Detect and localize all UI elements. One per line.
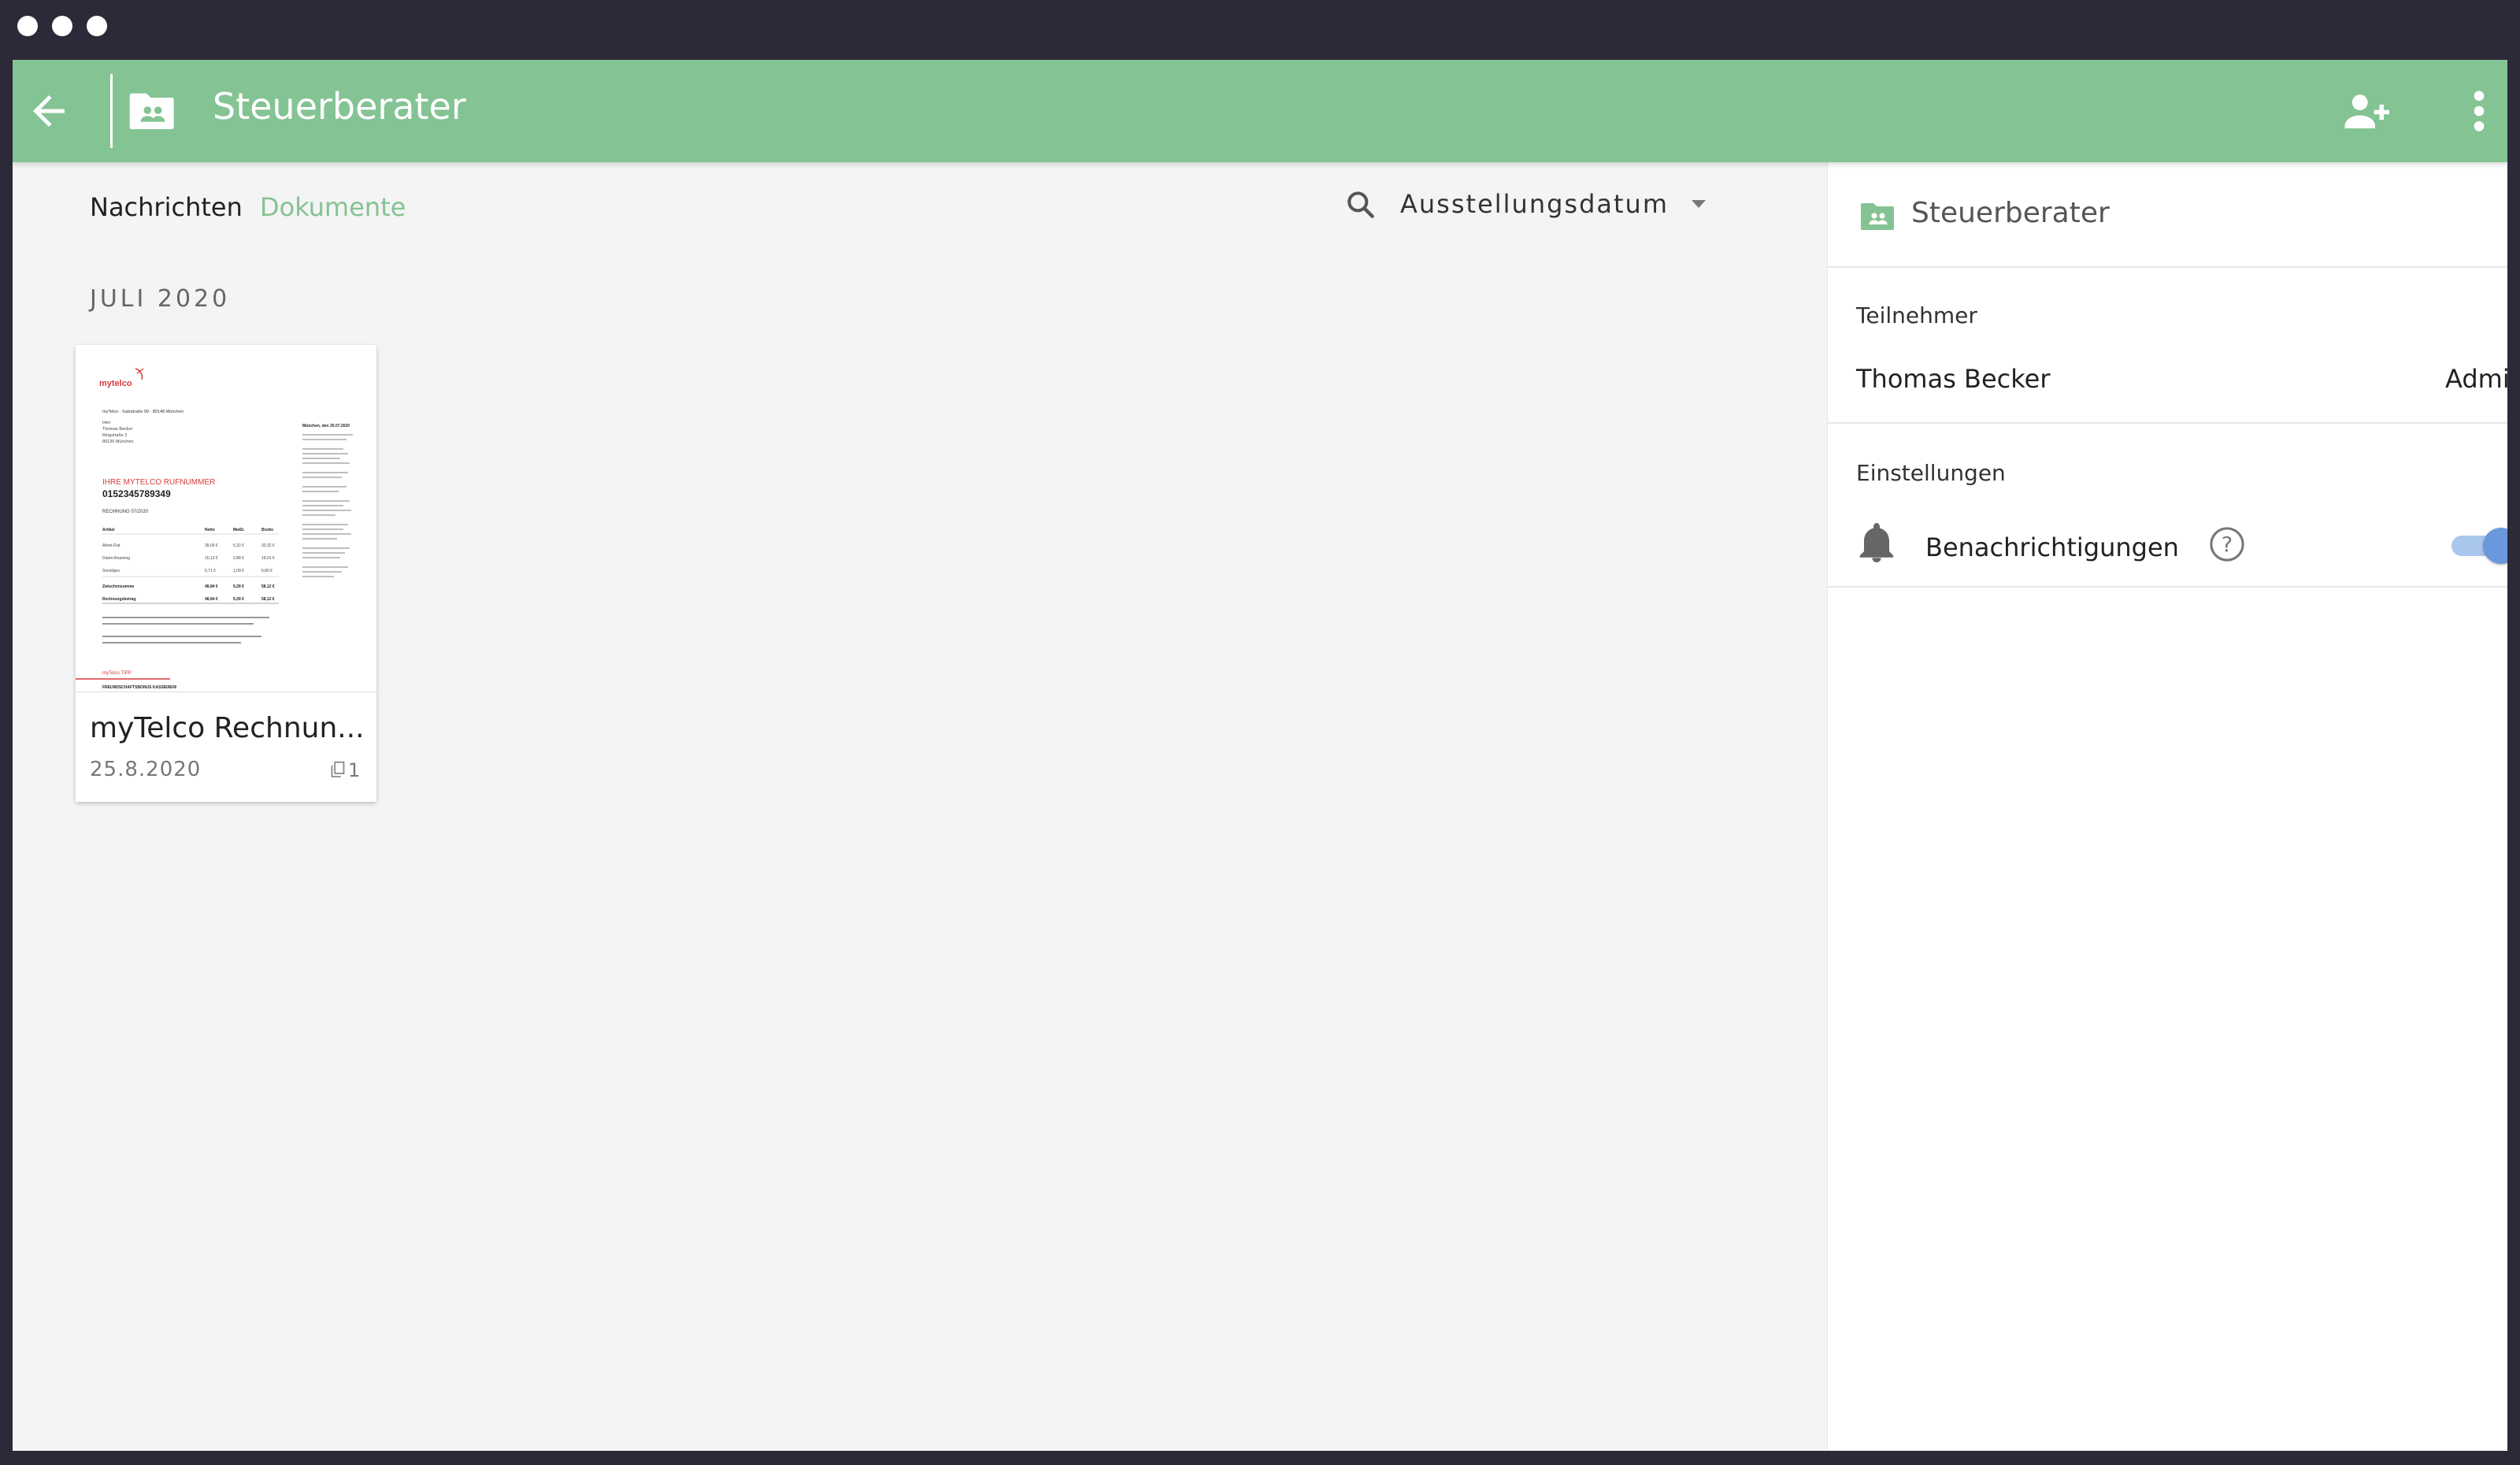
sort-dropdown[interactable]: Ausstellungsdatum [1400,189,1669,219]
svg-text:?: ? [2222,533,2233,558]
preview-cell: 28,00 € [205,543,218,548]
preview-cell: 9,28 € [233,597,244,602]
preview-heading: IHRE MYTELCO RUFNUMMER [102,478,215,487]
preview-address-2: Thomas Becker [102,427,133,432]
tab-nachrichten[interactable]: Nachrichten [90,192,243,222]
preview-cell: 6,80 € [261,569,272,573]
preview-tip: myTelco TIPP [102,671,132,676]
app-bar: Steuerberater [13,60,2507,162]
participant-role: Admin [2445,364,2507,394]
document-card[interactable]: mytelco myTelco · Salzstraße 99 · 80148 … [76,345,376,802]
copy-pages-icon [331,761,345,777]
toggle-knob [2483,528,2507,564]
preview-tip-text: FREUNDSCHAFTSBONUS KASSIEREN! [102,685,177,690]
document-title: myTelco Rechnun... [90,712,365,744]
preview-cell: 2,88 € [233,556,244,561]
participant-name: Thomas Becker [1856,364,2051,394]
document-date: 25.8.2020 [90,758,202,781]
preview-col-mwst: MwSt. [233,528,245,532]
participants-heading: Teilnehmer [1856,302,1977,328]
preview-cell: 9,28 € [233,584,244,589]
search-icon[interactable] [1343,187,1378,222]
window-close-dot[interactable] [17,16,38,36]
preview-cell: Allnet-Flat [102,543,120,548]
sidebar-title: Steuerberater [1911,197,2110,229]
month-heading: JULI 2020 [90,285,231,313]
preview-invoice: RECHNUNG 07/2020 [102,510,149,514]
preview-cell: Daten-Roaming [102,556,130,561]
preview-sender: myTelco · Salzstraße 99 · 80148 München [102,410,183,414]
folder-shared-icon [129,93,174,129]
preview-date: München, den 25.07.2020 [302,424,350,428]
divider [1828,266,2507,268]
page-count: 1 [331,759,362,781]
preview-cell: 48,84 € [205,597,218,602]
window-maximize-dot[interactable] [87,16,107,36]
preview-cell: 5,32 € [233,543,244,548]
preview-cell: 18,01 € [261,556,275,561]
preview-cell: 15,13 € [205,556,218,561]
preview-address-4: 80135 München [102,440,133,444]
preview-cell: 58,12 € [261,597,275,602]
preview-cell: 48,84 € [205,584,218,589]
arrow-left-icon[interactable] [25,87,72,135]
divider [1828,422,2507,424]
folder-shared-icon [1861,203,1894,230]
divider [1828,586,2507,588]
preview-col-artikel: Artikel [102,528,115,532]
app-window: Steuerberater Nachrichten Dokumente Auss… [13,60,2507,1451]
preview-cell: 33,32 € [261,543,275,548]
help-icon[interactable]: ? [2209,526,2245,562]
window-minimize-dot[interactable] [52,16,72,36]
preview-logo: mytelco [99,379,132,388]
preview-cell: 1,09 € [233,569,244,573]
page-title: Steuerberater [213,85,466,128]
preview-cell: Sonstiges [102,569,120,573]
preview-col-netto: Netto [205,528,215,532]
tab-dokumente[interactable]: Dokumente [260,192,406,222]
preview-address-3: Ringstraße 2 [102,433,128,438]
preview-cell: Zwischensumme [102,584,135,589]
more-vert-icon[interactable] [2470,85,2488,137]
notifications-label: Benachrichtigungen [1925,532,2179,562]
preview-address-1: Herr [102,421,111,425]
window-titlebar [0,0,2520,60]
document-thumbnail[interactable]: mytelco myTelco · Salzstraße 99 · 80148 … [76,345,376,692]
preview-cell: Rechnungsbetrag [102,597,136,602]
preview-cell: 5,71 € [205,569,216,573]
preview-number: 0152345789349 [102,488,171,499]
chevron-down-icon[interactable] [1692,200,1706,208]
notifications-toggle[interactable] [2448,526,2507,564]
preview-col-brutto: Brutto [261,528,273,532]
details-sidebar: Steuerberater Teilnehmer Thomas Becker A… [1827,162,2507,1451]
bell-icon [1859,523,1894,562]
settings-heading: Einstellungen [1856,460,2006,486]
header-divider [110,74,113,148]
preview-cell: 58,12 € [261,584,275,589]
person-add-icon[interactable] [2340,85,2392,137]
documents-panel: Nachrichten Dokumente Ausstellungsdatum … [13,162,1827,1451]
page-count-value: 1 [348,759,361,781]
